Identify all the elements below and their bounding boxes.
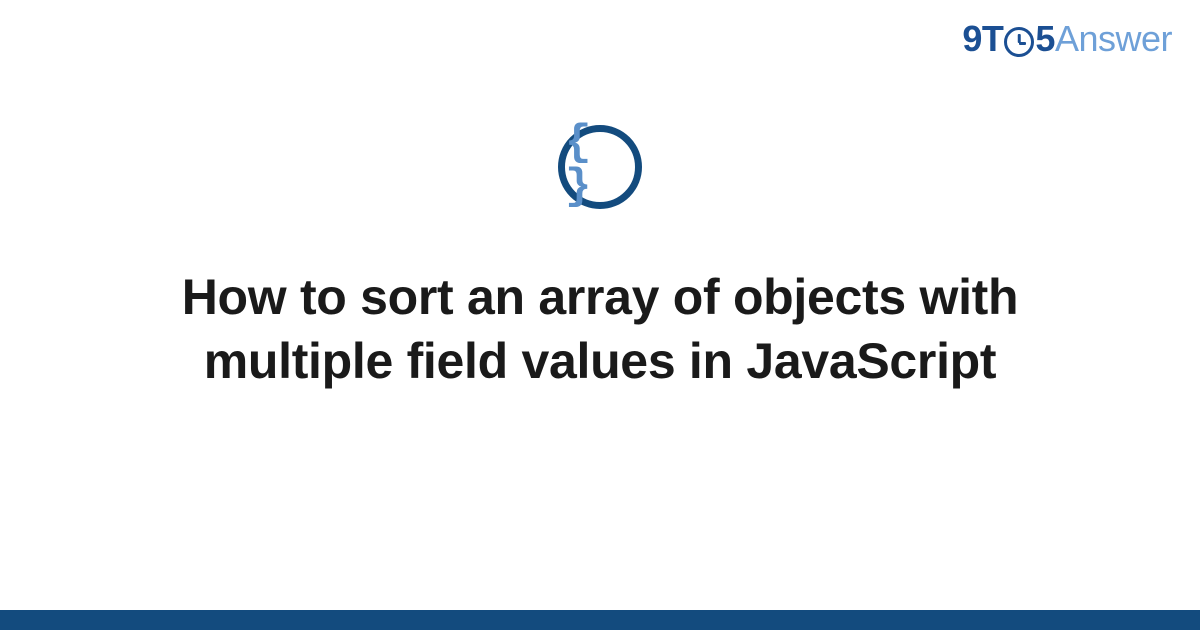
category-badge: { } (558, 125, 642, 209)
logo-text-9t: 9T (962, 18, 1003, 60)
code-braces-icon: { } (565, 121, 635, 209)
footer-accent-bar (0, 610, 1200, 630)
main-content: { } How to sort an array of objects with… (0, 125, 1200, 393)
logo-text-5: 5 (1035, 18, 1055, 60)
site-logo: 9T 5 Answer (962, 18, 1172, 60)
page-title: How to sort an array of objects with mul… (140, 265, 1060, 393)
clock-icon (1004, 27, 1034, 57)
logo-text-answer: Answer (1055, 18, 1172, 60)
